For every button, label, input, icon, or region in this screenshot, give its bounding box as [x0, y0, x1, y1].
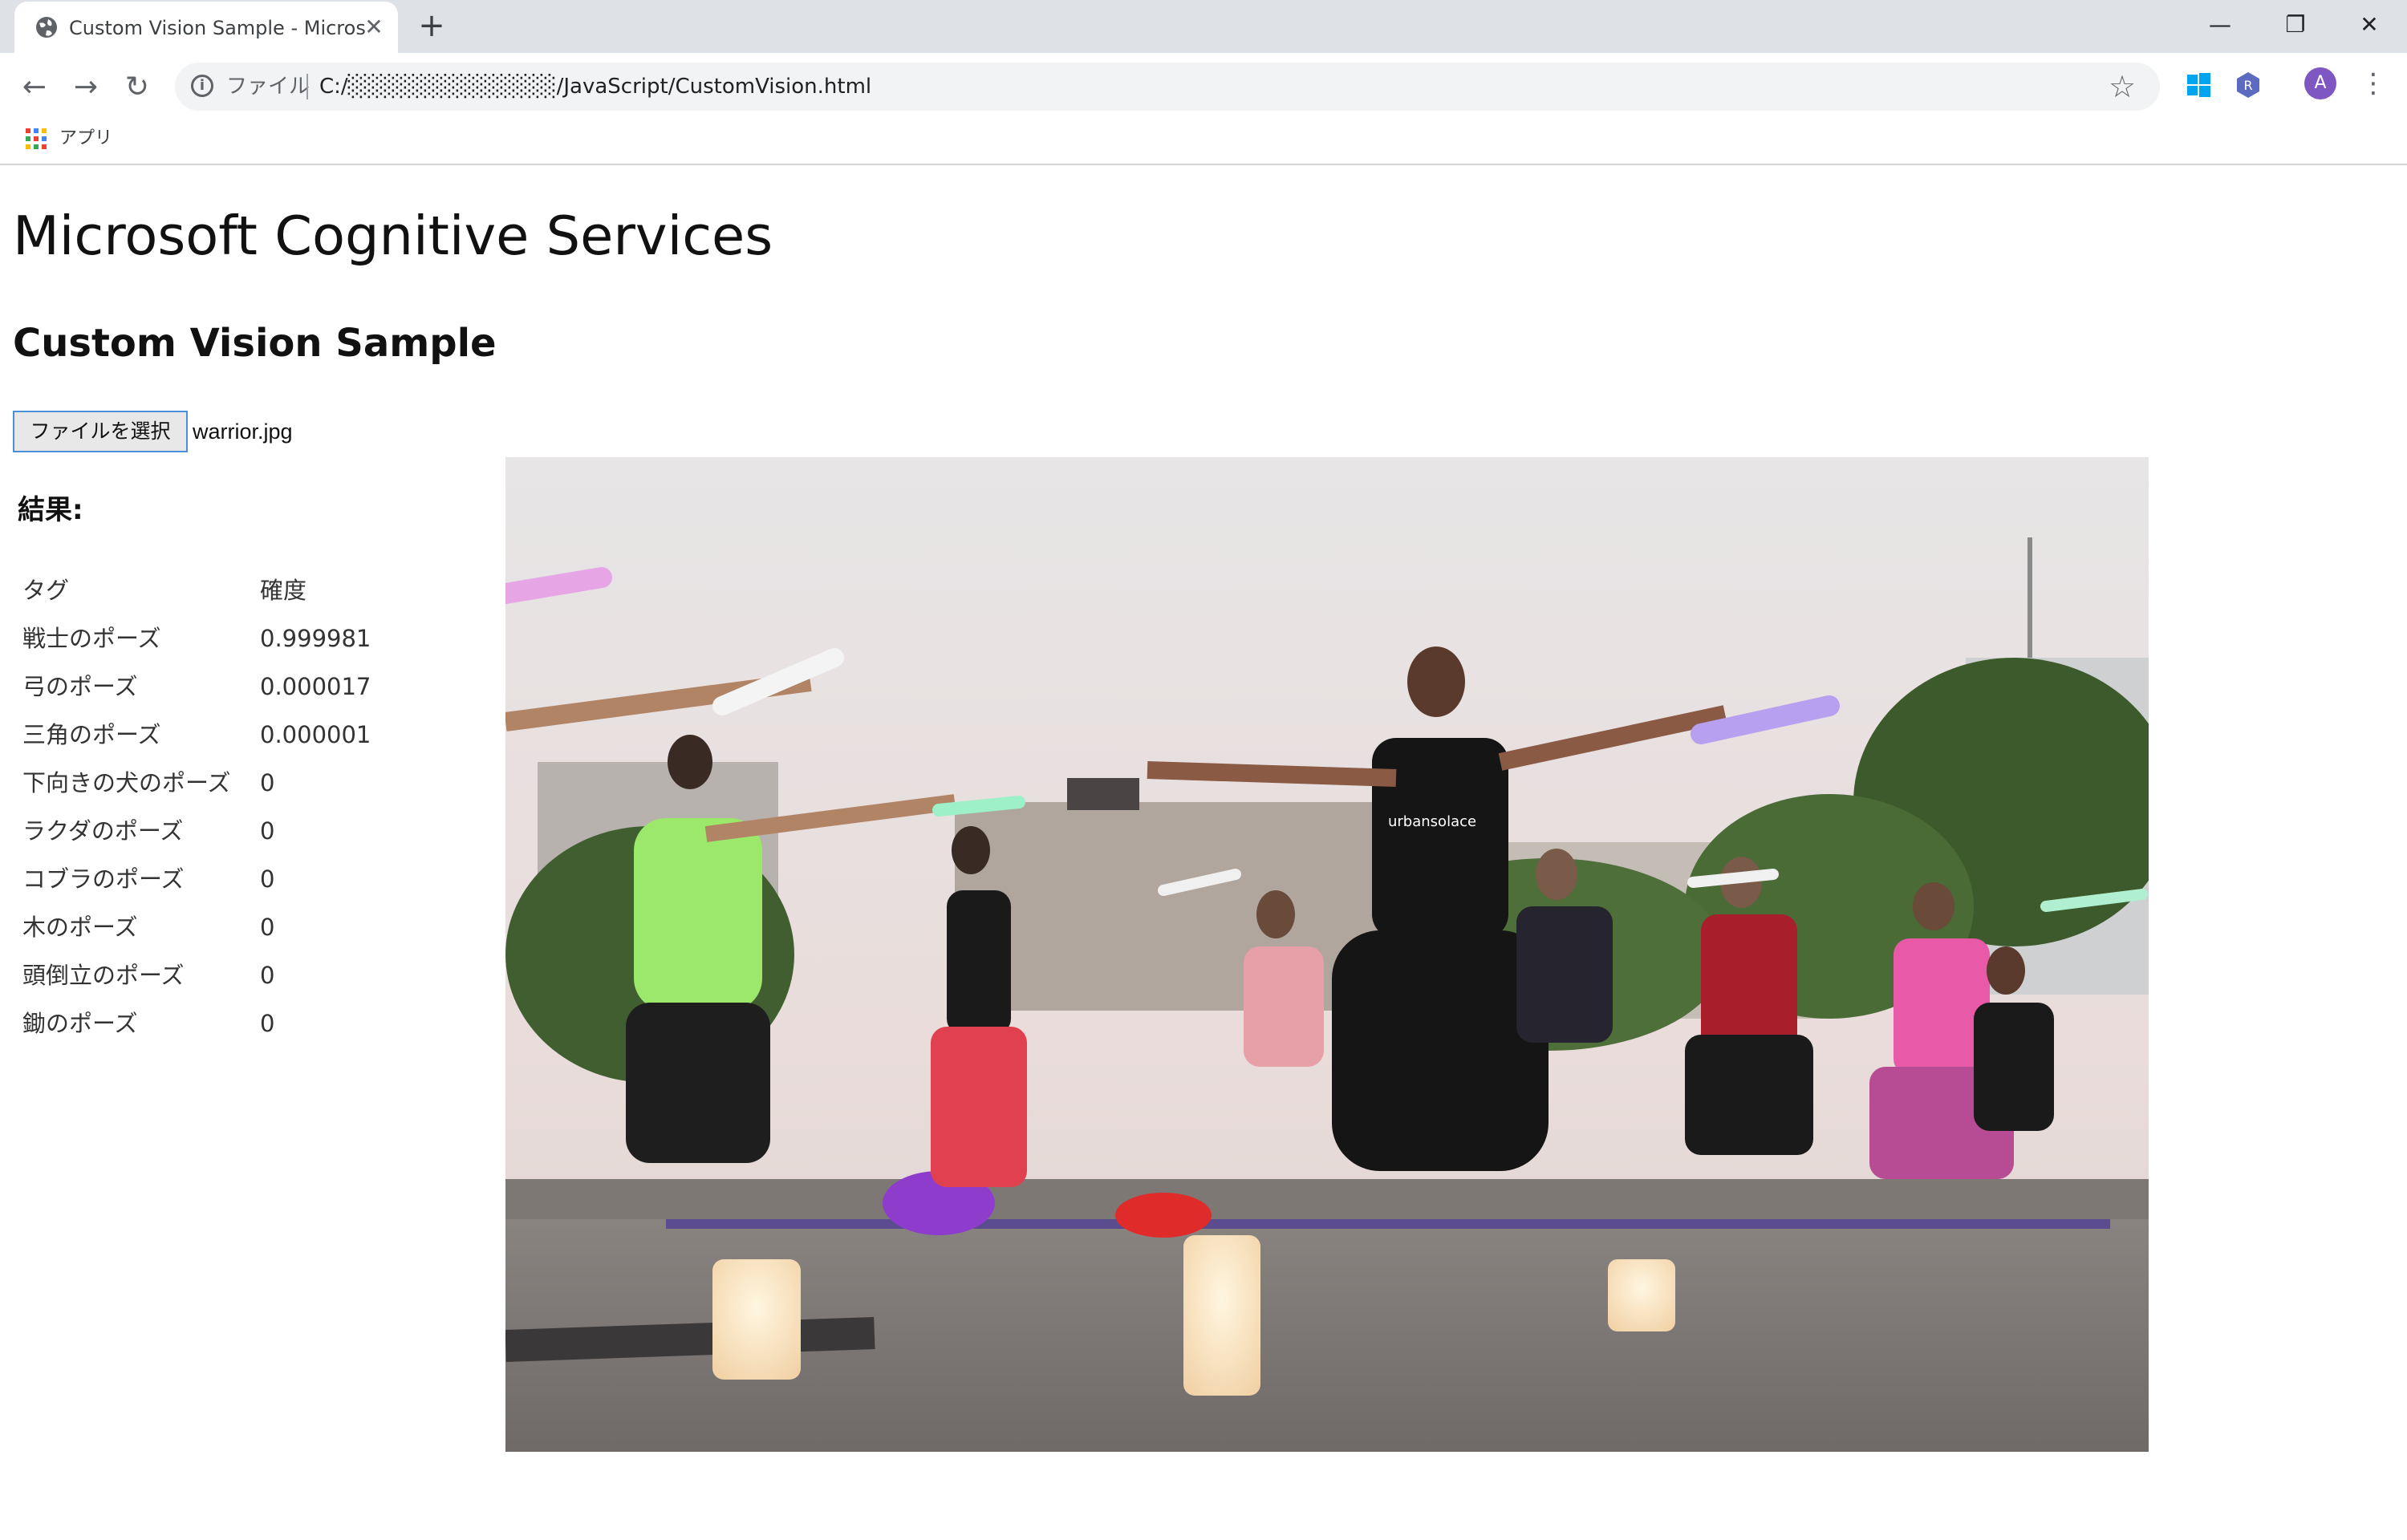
row-tag: 戦士のポーズ: [22, 625, 161, 652]
row-tag: 木のポーズ: [22, 914, 138, 941]
windows-extension-icon[interactable]: [2182, 69, 2214, 101]
tab-close-icon[interactable]: ✕: [363, 16, 385, 38]
table-row: 頭倒立のポーズ 0: [22, 951, 480, 999]
svg-text:R: R: [2243, 78, 2252, 93]
address-bar[interactable]: i ファイル C:/░░░░░░░░░░░░░/JavaScript/Custo…: [175, 63, 2160, 111]
table-row: 下向きの犬のポーズ 0: [22, 759, 480, 807]
row-tag: コブラのポーズ: [22, 865, 185, 893]
row-confidence: 0: [260, 962, 275, 989]
row-tag: ラクダのポーズ: [22, 817, 184, 845]
row-confidence: 0: [260, 769, 275, 796]
table-row: ラクダのポーズ 0: [22, 807, 480, 855]
window-restore-button[interactable]: ❐: [2259, 5, 2332, 45]
row-tag: 三角のポーズ: [22, 721, 161, 748]
info-icon[interactable]: i: [191, 75, 213, 97]
menu-kebab-icon[interactable]: ⋮: [2357, 67, 2389, 99]
row-tag: 下向きの犬のポーズ: [22, 769, 231, 796]
url-text[interactable]: C:/░░░░░░░░░░░░░/JavaScript/CustomVision…: [319, 74, 871, 99]
tab-strip: Custom Vision Sample - Microsoft ✕ + — ❐…: [0, 0, 2407, 53]
window-minimize-button[interactable]: —: [2184, 5, 2256, 45]
shirt-print: urbansolace: [1388, 813, 1476, 830]
table-row: 鋤のポーズ 0: [22, 999, 480, 1048]
tab-title: Custom Vision Sample - Microsoft: [69, 17, 366, 39]
table-row: 三角のポーズ 0.000001: [22, 711, 480, 759]
bookmark-star-icon[interactable]: ☆: [2109, 71, 2136, 103]
row-tag: 弓のポーズ: [22, 673, 138, 700]
results-header-row: タグ 確度: [22, 566, 480, 614]
selected-file-name: warrior.jpg: [193, 419, 293, 444]
apps-grid-icon[interactable]: [24, 127, 48, 151]
browser-toolbar: ← → ↻ i ファイル C:/░░░░░░░░░░░░░/JavaScript…: [0, 53, 2407, 165]
row-confidence: 0: [260, 914, 275, 941]
uploaded-photo: urbansolace: [505, 457, 2149, 1452]
url-separator: [306, 74, 308, 99]
page-subtitle: Custom Vision Sample: [13, 321, 497, 366]
results-table: タグ 確度 戦士のポーズ 0.999981 弓のポーズ 0.000017 三角の…: [22, 566, 480, 1048]
table-row: 木のポーズ 0: [22, 903, 480, 951]
new-tab-button[interactable]: +: [416, 10, 448, 43]
page-title: Microsoft Cognitive Services: [13, 205, 773, 267]
row-confidence: 0.000017: [260, 673, 371, 700]
row-confidence: 0: [260, 865, 275, 893]
window-close-button[interactable]: ✕: [2333, 5, 2405, 45]
header-confidence: 確度: [260, 577, 307, 604]
table-row: コブラのポーズ 0: [22, 855, 480, 903]
table-row: 戦士のポーズ 0.999981: [22, 614, 480, 663]
row-tag: 鋤のポーズ: [22, 1010, 138, 1037]
results-heading: 結果:: [18, 494, 83, 526]
file-select-button[interactable]: ファイルを選択: [13, 411, 188, 452]
row-confidence: 0: [260, 1010, 275, 1037]
header-tag: タグ: [22, 577, 70, 604]
row-tag: 頭倒立のポーズ: [22, 962, 185, 989]
bookmark-apps-label[interactable]: アプリ: [59, 125, 112, 152]
profile-avatar[interactable]: A: [2304, 67, 2336, 99]
row-confidence: 0.000001: [260, 721, 371, 748]
forward-arrow-icon[interactable]: →: [66, 67, 106, 107]
row-confidence: 0.999981: [260, 625, 371, 652]
extension-shield-icon[interactable]: R: [2232, 69, 2264, 101]
back-arrow-icon[interactable]: ←: [14, 67, 55, 107]
browser-tab-active[interactable]: Custom Vision Sample - Microsoft ✕: [14, 2, 398, 53]
row-confidence: 0: [260, 817, 275, 845]
url-scheme-label: ファイル: [226, 75, 311, 99]
reload-icon[interactable]: ↻: [117, 67, 157, 107]
toolbar-divider: [0, 164, 2407, 165]
globe-icon: [36, 17, 57, 38]
table-row: 弓のポーズ 0.000017: [22, 663, 480, 711]
